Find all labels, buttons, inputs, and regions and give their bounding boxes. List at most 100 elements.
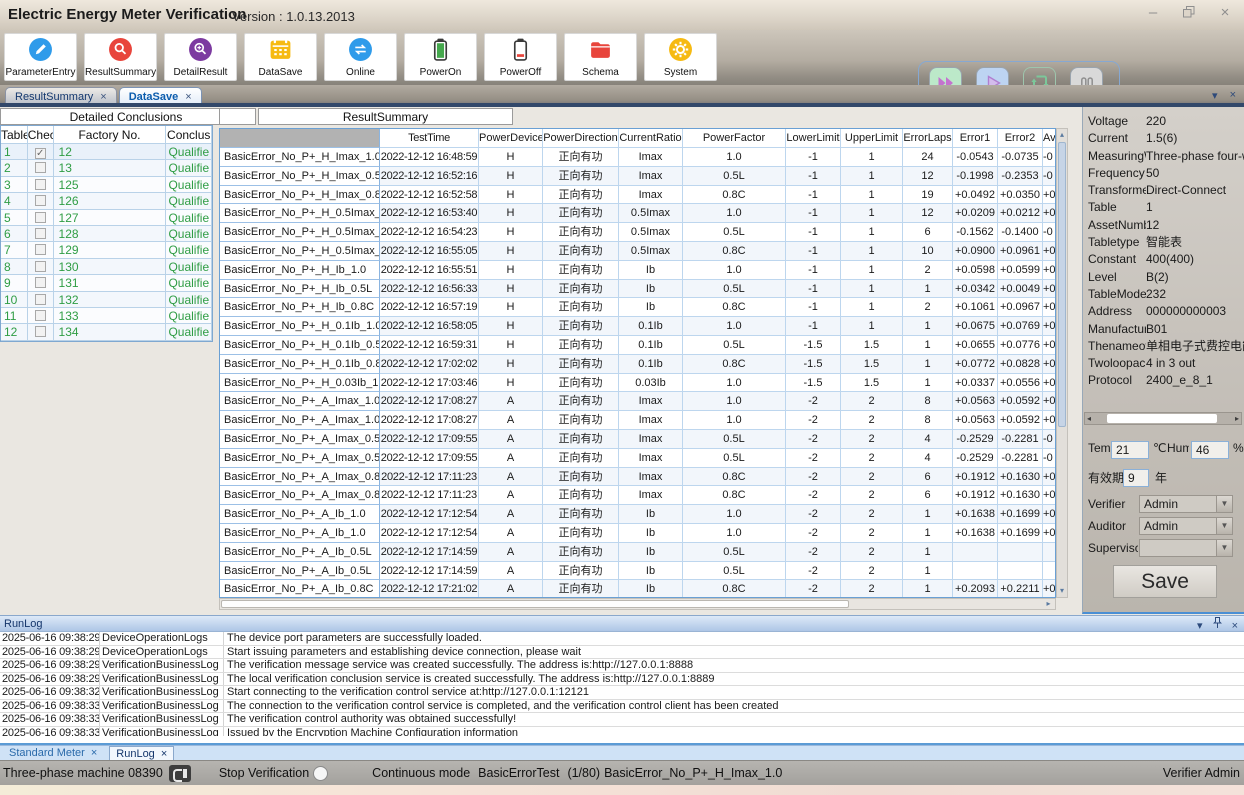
conclusion-row[interactable]: 11133Qualifie <box>1 308 212 324</box>
row-checkbox[interactable] <box>35 310 46 321</box>
log-row[interactable]: 2025-06-16 09:38:33VerificationBusinessL… <box>0 713 1244 727</box>
supervisor-select[interactable]: ▼ <box>1139 539 1233 557</box>
scroll-down-icon[interactable]: ▾ <box>1057 585 1067 597</box>
tab-close-icon[interactable]: × <box>91 747 97 759</box>
result-row[interactable]: BasicError_No_P+_A_Imax_0.5L2022-12-12 1… <box>220 430 1055 449</box>
result-row[interactable]: BasicError_No_P+_A_Ib_1.02022-12-12 17:1… <box>220 524 1055 543</box>
result-row[interactable]: BasicError_No_P+_H_Ib_0.8C2022-12-12 16:… <box>220 298 1055 317</box>
row-checkbox[interactable] <box>35 326 46 337</box>
result-row[interactable]: BasicError_No_P+_H_Ib_1.02022-12-12 16:5… <box>220 261 1055 280</box>
panel-horizontal-scrollbar[interactable]: ◂ ▸ <box>1084 412 1242 425</box>
result-row[interactable]: BasicError_No_P+_H_Imax_0.5L2022-12-12 1… <box>220 167 1055 186</box>
online-button[interactable]: Online <box>324 33 397 81</box>
scroll-left-icon[interactable]: ◂ <box>1087 413 1091 424</box>
log-row[interactable]: 2025-06-16 09:38:32VerificationBusinessL… <box>0 686 1244 700</box>
power-on-button[interactable]: PowerOn <box>404 33 477 81</box>
result-row[interactable]: BasicError_No_P+_H_Ib_0.5L2022-12-12 16:… <box>220 280 1055 299</box>
column-header[interactable]: PowerFactor <box>683 129 786 148</box>
result-row[interactable]: BasicError_No_P+_A_Ib_0.5L2022-12-12 17:… <box>220 543 1055 562</box>
result-summary-button[interactable]: ResultSummary <box>84 33 157 81</box>
conclusion-row[interactable]: 8130Qualifie <box>1 259 212 275</box>
column-header[interactable]: ErrorLaps <box>903 129 953 148</box>
data-save-button[interactable]: DataSave <box>244 33 317 81</box>
stop-verification-label[interactable]: Stop Verification <box>219 766 309 780</box>
conclusion-row[interactable]: 10132Qualifie <box>1 292 212 308</box>
row-checkbox[interactable] <box>35 179 46 190</box>
save-button[interactable]: Save <box>1113 565 1217 598</box>
result-row[interactable]: BasicError_No_P+_A_Imax_1.02022-12-12 17… <box>220 411 1055 430</box>
row-checkbox[interactable] <box>35 244 46 255</box>
conclusion-row[interactable]: 6128Qualifie <box>1 226 212 242</box>
log-row[interactable]: 2025-06-16 09:38:33VerificationBusinessL… <box>0 700 1244 714</box>
result-row[interactable]: BasicError_No_P+_A_Imax_0.5L2022-12-12 1… <box>220 449 1055 468</box>
scroll-right-icon[interactable]: ▸ <box>1043 599 1054 609</box>
validity-input[interactable]: 9 <box>1123 469 1149 487</box>
column-header[interactable]: PowerDirection <box>543 129 619 148</box>
result-row[interactable]: BasicError_No_P+_A_Imax_0.8C2022-12-12 1… <box>220 486 1055 505</box>
log-row[interactable]: 2025-06-16 09:38:29VerificationBusinessL… <box>0 659 1244 673</box>
log-row[interactable]: 2025-06-16 09:38:29VerificationBusinessL… <box>0 673 1244 687</box>
chevron-down-icon[interactable]: ▼ <box>1216 496 1232 512</box>
power-off-button[interactable]: PowerOff <box>484 33 557 81</box>
result-row[interactable]: BasicError_No_P+_A_Ib_0.8C2022-12-12 17:… <box>220 580 1055 598</box>
column-header[interactable] <box>220 129 380 148</box>
vertical-scrollbar[interactable]: ▴ ▾ <box>1056 128 1068 598</box>
humidity-input[interactable]: 46 <box>1191 441 1229 459</box>
result-row[interactable]: BasicError_No_P+_H_0.1Ib_1.02022-12-12 1… <box>220 317 1055 336</box>
row-checkbox[interactable] <box>35 294 46 305</box>
scrollbar-thumb[interactable] <box>1058 142 1066 427</box>
schema-button[interactable]: Schema <box>564 33 637 81</box>
result-row[interactable]: BasicError_No_P+_H_0.03Ib_1.02022-12-12 … <box>220 374 1055 393</box>
result-row[interactable]: BasicError_No_P+_A_Ib_0.5L2022-12-12 17:… <box>220 562 1055 581</box>
tab-standard-meter[interactable]: Standard Meter × <box>3 746 103 760</box>
log-row[interactable]: 2025-06-16 09:38:29DeviceOperationLogsTh… <box>0 632 1244 646</box>
column-header[interactable]: TestTime <box>380 129 479 148</box>
result-row[interactable]: BasicError_No_P+_H_0.5Imax_0.8C2022-12-1… <box>220 242 1055 261</box>
tab-result-summary[interactable]: ResultSummary × <box>5 87 117 105</box>
result-row[interactable]: BasicError_No_P+_H_Imax_1.02022-12-12 16… <box>220 148 1055 167</box>
column-header[interactable]: Av <box>1043 129 1056 148</box>
row-checkbox[interactable] <box>35 212 46 223</box>
conclusion-row[interactable]: 5127Qualifie <box>1 210 212 226</box>
horizontal-scrollbar[interactable]: ▸ <box>219 598 1056 610</box>
result-row[interactable]: BasicError_No_P+_H_0.5Imax_0.5L2022-12-1… <box>220 223 1055 242</box>
column-header[interactable]: LowerLimit <box>786 129 841 148</box>
tab-close-icon[interactable]: × <box>161 748 167 760</box>
chevron-down-icon[interactable]: ▼ <box>1216 518 1232 534</box>
row-checkbox[interactable] <box>35 162 46 173</box>
tab-data-save[interactable]: DataSave × <box>119 87 202 105</box>
log-row[interactable]: 2025-06-16 09:38:33VerificationBusinessL… <box>0 727 1244 737</box>
log-row[interactable]: 2025-06-16 09:38:29DeviceOperationLogsSt… <box>0 646 1244 660</box>
row-checkbox[interactable] <box>35 228 46 239</box>
detail-result-button[interactable]: DetailResult <box>164 33 237 81</box>
row-checkbox[interactable] <box>35 261 46 272</box>
verifier-select[interactable]: Admin ▼ <box>1139 495 1233 513</box>
result-row[interactable]: BasicError_No_P+_A_Imax_1.02022-12-12 17… <box>220 392 1055 411</box>
tab-group-close-icon[interactable]: × <box>1230 89 1236 102</box>
tab-list-dropdown-icon[interactable]: ▾ <box>1212 89 1218 102</box>
result-row[interactable]: BasicError_No_P+_A_Imax_0.8C2022-12-12 1… <box>220 468 1055 487</box>
column-header[interactable]: CurrentRatio <box>619 129 683 148</box>
parameter-entry-button[interactable]: ParameterEntry <box>4 33 77 81</box>
restore-icon[interactable] <box>1176 3 1202 21</box>
conclusion-row[interactable]: 12134Qualifie <box>1 324 212 340</box>
verification-indicator[interactable] <box>313 766 328 781</box>
conclusion-row[interactable]: 1✓12Qualifie <box>1 144 212 160</box>
row-checkbox[interactable] <box>35 195 46 206</box>
scrollbar-thumb[interactable] <box>1107 414 1217 423</box>
conclusion-row[interactable]: 4126Qualifie <box>1 193 212 209</box>
result-row[interactable]: BasicError_No_P+_H_0.1Ib_0.5L2022-12-12 … <box>220 336 1055 355</box>
scrollbar-thumb[interactable] <box>221 600 849 608</box>
close-icon[interactable]: × <box>1212 3 1238 21</box>
column-header[interactable]: UpperLimit <box>841 129 903 148</box>
result-row[interactable]: BasicError_No_P+_H_0.5Imax_1.02022-12-12… <box>220 204 1055 223</box>
minimize-icon[interactable]: – <box>1140 3 1166 21</box>
tab-close-icon[interactable]: × <box>185 91 191 103</box>
tab-runlog[interactable]: RunLog × <box>109 746 174 760</box>
auditor-select[interactable]: Admin ▼ <box>1139 517 1233 535</box>
column-header[interactable]: Error2 <box>998 129 1043 148</box>
row-checkbox[interactable]: ✓ <box>35 148 46 159</box>
scroll-right-icon[interactable]: ▸ <box>1235 413 1239 424</box>
tab-close-icon[interactable]: × <box>100 91 106 103</box>
conclusion-row[interactable]: 9131Qualifie <box>1 275 212 291</box>
